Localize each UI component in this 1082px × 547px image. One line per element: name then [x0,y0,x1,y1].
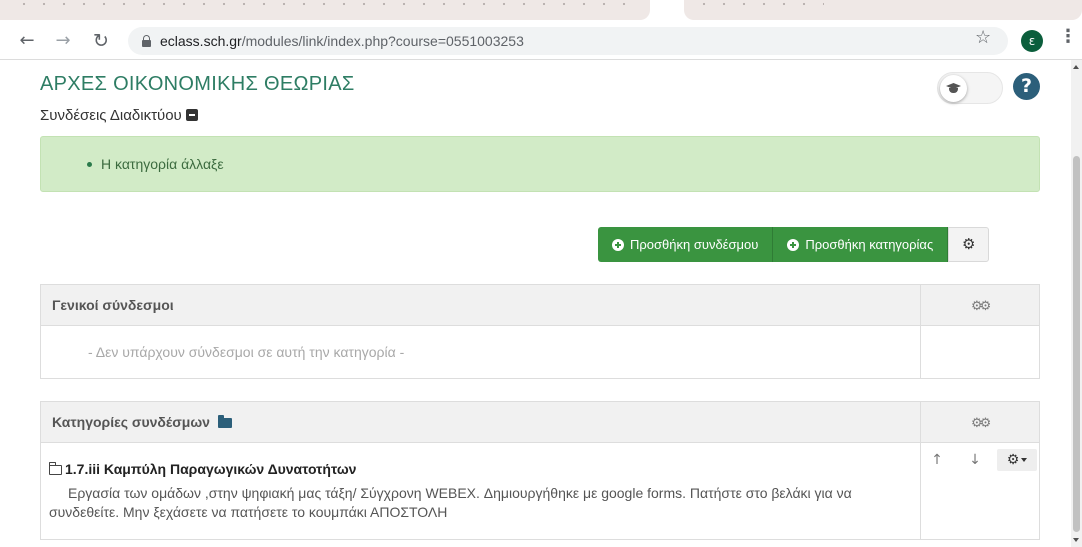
add-category-button[interactable]: Προσθήκη κατηγορίας [773,227,949,262]
action-button-group: Προσθήκη συνδέσμου Προσθήκη κατηγορίας ⚙ [598,227,990,262]
settings-button[interactable]: ⚙ [948,227,990,262]
course-title[interactable]: ΑΡΧΕΣ ΟΙΚΟΝΟΜΙΚΗΣ ΘΕΩΡΙΑΣ [40,73,355,96]
gear-icon: ⚙ [961,235,976,253]
scroll-up-icon[interactable] [1073,65,1079,69]
table-header: Γενικοί σύνδεσμοι ⚙⚙ [41,285,1039,325]
scrollbar-thumb[interactable] [1073,156,1080,532]
scroll-down-icon[interactable] [1073,538,1079,542]
gears-icon[interactable]: ⚙⚙ [971,414,991,432]
gears-icon[interactable]: ⚙⚙ [971,297,991,315]
categories-header-text: Κατηγορίες συνδέσμων [52,414,210,430]
category-title-text: 1.7.iii Καμπύλη Παραγωγικών Δυνατοτήτων [65,461,357,477]
arrow-up-icon[interactable]: ↑ [923,449,951,471]
chevron-down-icon [1021,458,1028,462]
general-links-header: Γενικοί σύνδεσμοι [52,297,174,313]
table-header: Κατηγορίες συνδέσμων ⚙⚙ [41,402,1039,442]
url-host: eclass.sch.gr [160,33,242,49]
tab-strip-dots [694,0,824,8]
categories-header: Κατηγορίες συνδέσμων [52,414,232,430]
success-alert: Η κατηγορία άλλαξε [40,136,1040,192]
add-category-label: Προσθήκη κατηγορίας [805,237,934,252]
list-item: 1.7.iii Καμπύλη Παραγωγικών Δυνατοτήτων … [41,442,1039,539]
alert-message: Η κατηγορία άλλαξε [101,156,224,172]
kebab-menu-icon[interactable]: ⋮ [1059,26,1077,47]
url-path: /modules/link/index.php?course=055100325… [241,33,524,49]
add-link-button[interactable]: Προσθήκη συνδέσμου [598,227,774,262]
browser-toolbar: ← → ↻ eclass.sch.gr/modules/link/index.p… [0,22,1082,60]
reload-icon[interactable]: ↻ [88,28,114,54]
plus-circle-icon [612,238,624,251]
page-scrollbar[interactable] [1071,60,1082,547]
student-view-toggle[interactable] [937,72,1003,104]
table-row: - Δεν υπάρχουν σύνδεσμοι σε αυτή την κατ… [41,325,1039,378]
star-icon[interactable]: ☆ [975,27,991,48]
category-actions-dropdown[interactable]: ⚙ [997,449,1037,471]
gear-icon: ⚙ [1006,452,1020,468]
alert-bullet [87,162,92,167]
graduation-cap-icon [946,82,961,95]
empty-message: - Δεν υπάρχουν σύνδεσμοι σε αυτή την κατ… [88,344,405,360]
address-bar[interactable]: eclass.sch.gr/modules/link/index.php?cou… [128,27,1008,55]
category-description: Εργασία των ομάδων ,στην ψηφιακή μας τάξ… [49,485,852,520]
arrow-down-icon[interactable]: ↓ [961,449,989,471]
page-content: ΑΡΧΕΣ ΟΙΚΟΝΟΜΙΚΗΣ ΘΕΩΡΙΑΣ Συνδέσεις Διαδ… [0,60,1071,547]
general-links-table: Γενικοί σύνδεσμοι ⚙⚙ - Δεν υπάρχουν σύνδ… [40,284,1040,379]
tab-strip [0,0,1082,22]
lock-icon[interactable] [142,35,151,47]
minus-square-icon[interactable] [185,109,198,121]
back-arrow-icon[interactable]: ← [14,28,40,54]
forward-arrow-icon[interactable]: → [50,28,76,54]
profile-avatar[interactable]: ε [1021,30,1043,52]
categories-table: Κατηγορίες συνδέσμων ⚙⚙ 1.7.iii Καμπύλη … [40,401,1040,540]
help-icon[interactable]: ? [1013,73,1040,100]
plus-circle-icon [787,238,800,251]
toggle-knob[interactable] [940,75,967,102]
module-title-text: Συνδέσεις Διαδικτύου [40,107,182,124]
category-title[interactable]: 1.7.iii Καμπύλη Παραγωγικών Δυνατοτήτων [49,461,356,477]
module-title: Συνδέσεις Διαδικτύου [40,107,198,124]
folder-outline-icon [49,462,62,475]
folder-icon [217,415,232,428]
address-bar-url[interactable]: eclass.sch.gr/modules/link/index.php?cou… [160,33,524,49]
add-link-label: Προσθήκη συνδέσμου [630,237,759,252]
tab-strip-dots [14,0,634,8]
